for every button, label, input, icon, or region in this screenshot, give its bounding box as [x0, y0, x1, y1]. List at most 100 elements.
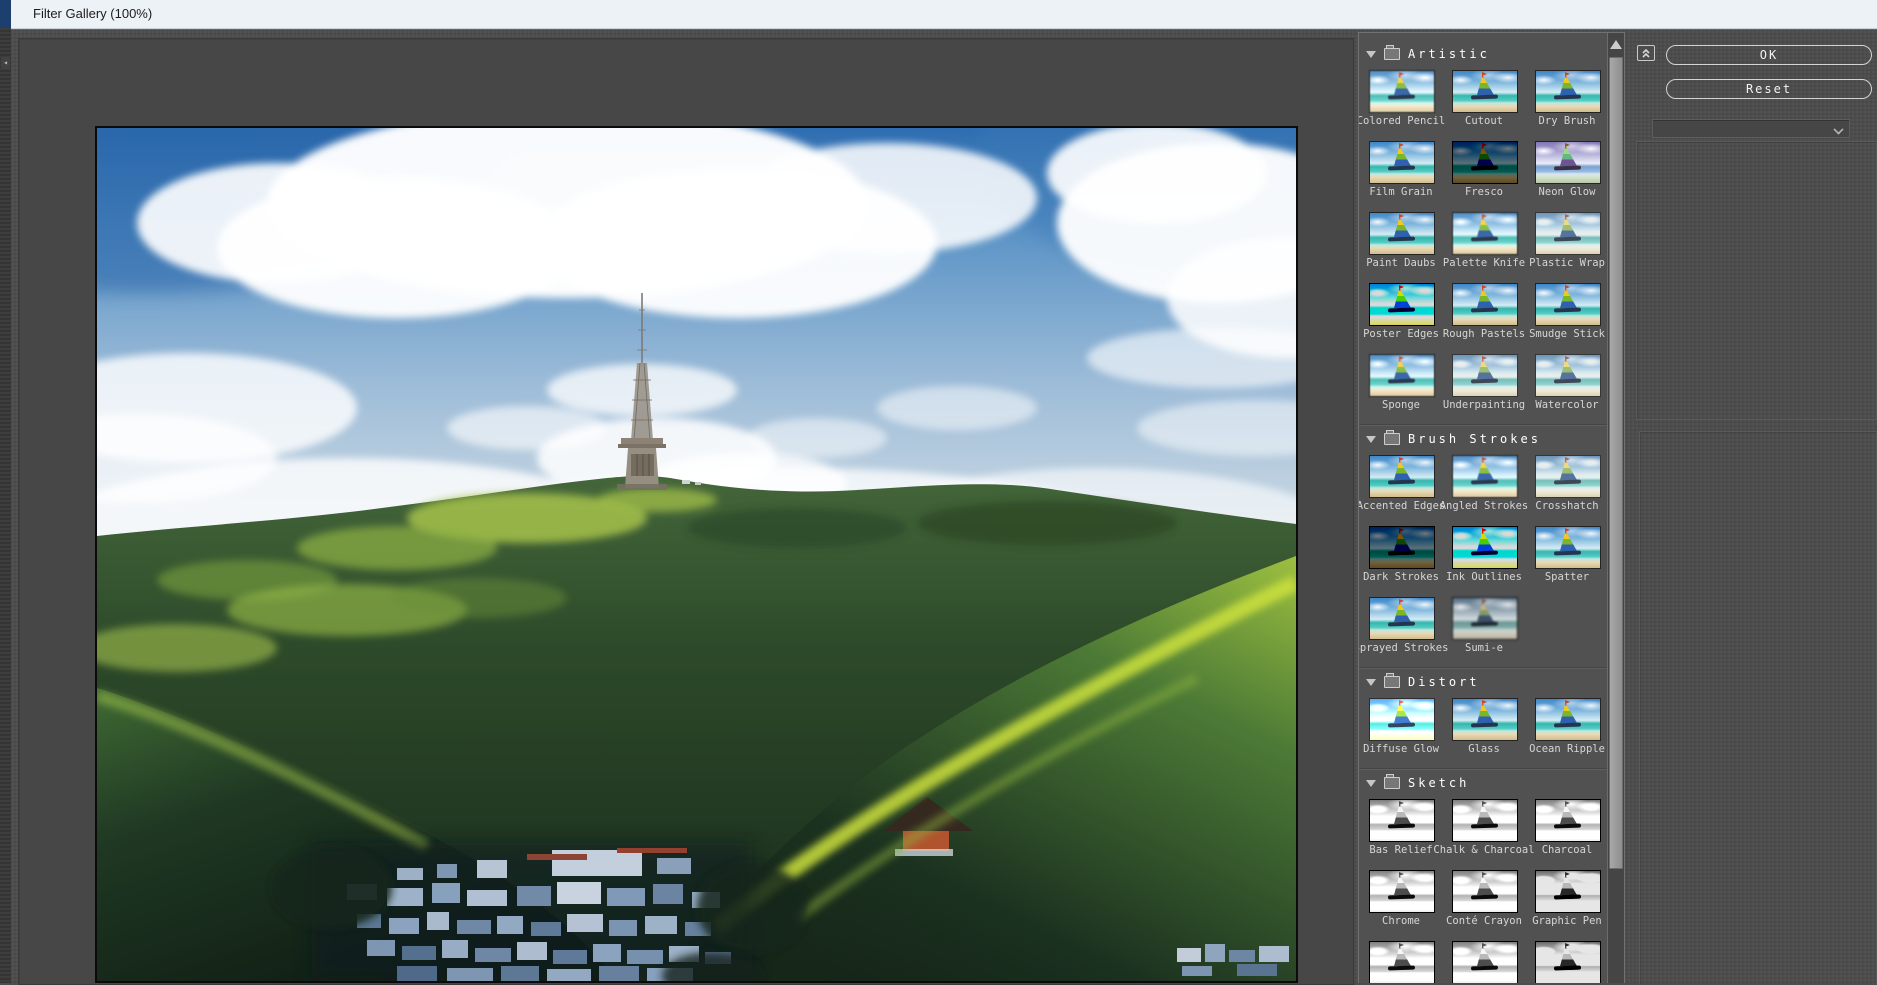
- filter-thumbnail-image: [1535, 212, 1601, 255]
- section-title: Sketch: [1408, 776, 1469, 790]
- filter-thumbnail-image: [1452, 526, 1518, 569]
- filter-thumb-cont-crayon[interactable]: Conté Crayon: [1452, 870, 1516, 928]
- double-chevron-up-icon: [1641, 48, 1651, 58]
- collapse-filter-list-button[interactable]: [1637, 45, 1655, 61]
- filter-thumbnail-image: [1369, 70, 1435, 113]
- filter-thumb-smudge-stick[interactable]: Smudge Stick: [1535, 283, 1599, 341]
- filter-thumb-sprayed-strokes[interactable]: Sprayed Strokes: [1369, 597, 1433, 655]
- reset-button[interactable]: Reset: [1666, 79, 1872, 99]
- filter-preset-dropdown[interactable]: [1652, 119, 1850, 138]
- filter-thumbnail-image: [1452, 799, 1518, 842]
- filter-thumb-label: Spatter: [1512, 571, 1608, 584]
- filter-thumb-cutout[interactable]: Cutout: [1452, 70, 1516, 128]
- filter-thumbnail-image: [1452, 70, 1518, 113]
- panel-collapse-left-icon[interactable]: ◂: [1, 57, 10, 69]
- filter-thumbnail-image: [1452, 455, 1518, 498]
- filter-thumb-sumi-e[interactable]: Sumi-e: [1452, 597, 1516, 655]
- filter-thumbnail-image: [1535, 354, 1601, 397]
- filter-thumbnail-image: [1535, 283, 1601, 326]
- filter-thumb-paint-daubs[interactable]: Paint Daubs: [1369, 212, 1433, 270]
- filter-thumb-plastic-wrap[interactable]: Plastic Wrap: [1535, 212, 1599, 270]
- filter-thumb-label: Dry Brush: [1512, 115, 1608, 128]
- folder-icon: [1384, 777, 1400, 789]
- filter-thumbnail-image: [1369, 870, 1435, 913]
- filter-thumbnail-image: [1369, 141, 1435, 184]
- collapse-triangle-icon: [1366, 436, 1376, 443]
- filter-thumb-photocopy[interactable]: Photocopy: [1535, 941, 1599, 983]
- filter-list-pane: ArtisticColored PencilCutoutDry BrushFil…: [1358, 32, 1625, 983]
- section-header-brush-strokes[interactable]: Brush Strokes: [1359, 428, 1608, 450]
- preview-pane: [18, 38, 1354, 985]
- filter-thumb-watercolor[interactable]: Watercolor: [1535, 354, 1599, 412]
- filter-thumb-film-grain[interactable]: Film Grain: [1369, 141, 1433, 199]
- filter-thumb-neon-glow[interactable]: Neon Glow: [1535, 141, 1599, 199]
- filter-thumbnail-image: [1369, 941, 1435, 983]
- section-header-sketch[interactable]: Sketch: [1359, 772, 1608, 794]
- thumbnail-grid: Diffuse Glow Glass Ocean Ripple: [1359, 695, 1608, 769]
- filter-thumb-charcoal[interactable]: Charcoal: [1535, 799, 1599, 857]
- chevron-down-icon: [1833, 124, 1843, 134]
- filter-thumb-rough-pastels[interactable]: Rough Pastels: [1452, 283, 1516, 341]
- filter-section-artistic: ArtisticColored PencilCutoutDry BrushFil…: [1359, 43, 1608, 425]
- filter-thumb-note-paper[interactable]: Note Paper: [1452, 941, 1516, 983]
- filter-thumbnail-image: [1369, 799, 1435, 842]
- filter-thumb-palette-knife[interactable]: Palette Knife: [1452, 212, 1516, 270]
- dialog-title-bar[interactable]: Filter Gallery (100%): [11, 0, 1877, 29]
- app-edge-strip: ◂: [0, 0, 11, 983]
- filter-thumbnail-image: [1535, 70, 1601, 113]
- filter-thumbnail-image: [1452, 354, 1518, 397]
- filter-thumbnail-image: [1452, 283, 1518, 326]
- filter-thumb-crosshatch[interactable]: Crosshatch: [1535, 455, 1599, 513]
- filter-thumb-ocean-ripple[interactable]: Ocean Ripple: [1535, 698, 1599, 756]
- filter-thumbnail-image: [1535, 799, 1601, 842]
- folder-icon: [1384, 433, 1400, 445]
- filter-thumb-glass[interactable]: Glass: [1452, 698, 1516, 756]
- filter-thumb-chrome[interactable]: Chrome: [1369, 870, 1433, 928]
- filter-thumb-bas-relief[interactable]: Bas Relief: [1369, 799, 1433, 857]
- filter-thumb-angled-strokes[interactable]: Angled Strokes: [1452, 455, 1516, 513]
- filter-thumbnail-image: [1369, 597, 1435, 640]
- filter-thumb-accented-edges[interactable]: Accented Edges: [1369, 455, 1433, 513]
- filter-list-scrollbar[interactable]: [1607, 33, 1624, 983]
- filter-sections: ArtisticColored PencilCutoutDry BrushFil…: [1359, 33, 1608, 983]
- preview-image[interactable]: [95, 126, 1298, 983]
- filter-thumb-label: Neon Glow: [1512, 186, 1608, 199]
- section-header-artistic[interactable]: Artistic: [1359, 43, 1608, 65]
- filter-thumb-dark-strokes[interactable]: Dark Strokes: [1369, 526, 1433, 584]
- filter-section-sketch: SketchBas ReliefChalk & CharcoalCharcoal…: [1359, 769, 1608, 983]
- filter-thumbnail-image: [1369, 283, 1435, 326]
- scroll-up-button[interactable]: [1608, 33, 1624, 55]
- collapse-triangle-icon: [1366, 679, 1376, 686]
- filter-thumb-label: Charcoal: [1512, 844, 1608, 857]
- filter-thumb-label: Plastic Wrap: [1512, 257, 1608, 270]
- filter-thumb-dry-brush[interactable]: Dry Brush: [1535, 70, 1599, 128]
- filter-thumbnail-image: [1452, 597, 1518, 640]
- filter-thumb-fresco[interactable]: Fresco: [1452, 141, 1516, 199]
- filter-thumbnail-image: [1369, 455, 1435, 498]
- section-title: Brush Strokes: [1408, 432, 1541, 446]
- filter-thumbnail-image: [1369, 526, 1435, 569]
- ok-button[interactable]: OK: [1666, 45, 1872, 65]
- filter-thumbnail-image: [1369, 354, 1435, 397]
- filter-thumb-chalk-charcoal[interactable]: Chalk & Charcoal: [1452, 799, 1516, 857]
- filter-thumb-sponge[interactable]: Sponge: [1369, 354, 1433, 412]
- scrollbar-thumb[interactable]: [1609, 57, 1623, 869]
- filter-thumb-graphic-pen[interactable]: Graphic Pen: [1535, 870, 1599, 928]
- filter-thumbnail-image: [1369, 698, 1435, 741]
- filter-thumb-underpainting[interactable]: Underpainting: [1452, 354, 1516, 412]
- app-icon-fragment: [0, 0, 11, 28]
- filter-thumbnail-image: [1535, 698, 1601, 741]
- filter-thumbnail-image: [1535, 526, 1601, 569]
- collapse-triangle-icon: [1366, 51, 1376, 58]
- filter-thumb-ink-outlines[interactable]: Ink Outlines: [1452, 526, 1516, 584]
- filter-thumbnail-image: [1535, 870, 1601, 913]
- filter-thumbnail-image: [1535, 141, 1601, 184]
- filter-thumb-colored-pencil[interactable]: Colored Pencil: [1369, 70, 1433, 128]
- filter-thumbnail-image: [1452, 870, 1518, 913]
- filter-settings-panel: [1636, 141, 1877, 420]
- filter-thumb-halftone-pattern[interactable]: Halftone Pattern: [1369, 941, 1433, 983]
- filter-thumb-diffuse-glow[interactable]: Diffuse Glow: [1369, 698, 1433, 756]
- filter-thumb-poster-edges[interactable]: Poster Edges: [1369, 283, 1433, 341]
- filter-thumb-spatter[interactable]: Spatter: [1535, 526, 1599, 584]
- section-header-distort[interactable]: Distort: [1359, 671, 1608, 693]
